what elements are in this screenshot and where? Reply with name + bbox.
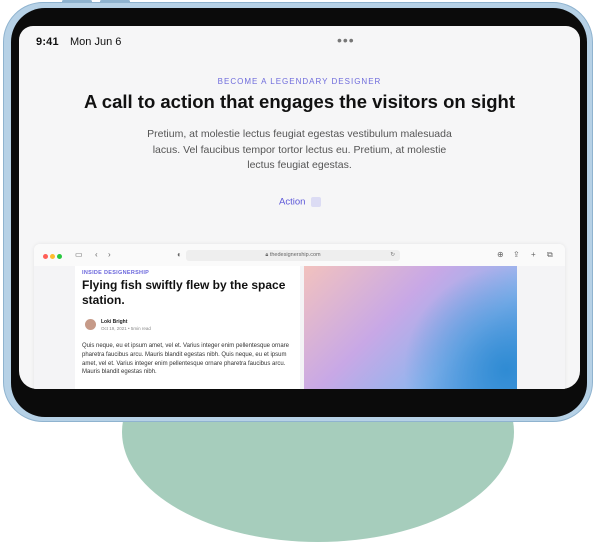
tabs-icon[interactable]: ⧉ [547,250,553,260]
zoom-window-button[interactable] [57,254,62,259]
article-title[interactable]: Flying fish swiftly flew by the space st… [82,278,292,308]
browser-window: ▭ ‹ › ◐ 🔒︎ thedesignership.com ↻ ⊕ ⇪ + ⧉… [34,244,565,389]
status-date: Mon Jun 6 [70,36,122,48]
browser-content: INSIDE DESIGNERSHIP Flying fish swiftly … [34,266,565,389]
lock-icon: 🔒︎ [265,252,269,258]
status-bar: 9:41 Mon Jun 6 ••• [19,26,580,48]
action-button[interactable]: Action [279,193,322,208]
hero-body: Pretium, at molestie lectus feugiat eges… [147,128,452,171]
article-excerpt: Quis neque, eu et ipsum amet, vel et. Va… [82,343,290,376]
content-margin [517,266,565,389]
top-button [100,0,130,3]
action-label: Action [279,196,306,208]
multitasking-handle[interactable]: ••• [337,32,355,48]
new-tab-icon[interactable]: + [531,250,536,259]
address-bar[interactable]: 🔒︎ thedesignership.com ↻ [186,250,400,261]
back-icon[interactable]: ‹ [95,250,98,259]
article-card: INSIDE DESIGNERSHIP Flying fish swiftly … [75,266,300,389]
top-button [62,0,92,3]
share-icon[interactable]: ⇪ [513,250,520,259]
tablet-screen: 9:41 Mon Jun 6 ••• BECOME A LEGENDARY DE… [19,26,580,389]
address-text: thedesignership.com [269,252,321,258]
forward-icon[interactable]: › [108,250,111,259]
hero-headline: A call to action that engages the visito… [83,91,516,112]
article-kicker: INSIDE DESIGNERSHIP [82,270,150,276]
shield-icon[interactable]: ◐ [177,250,182,259]
browser-toolbar: ▭ ‹ › ◐ 🔒︎ thedesignership.com ↻ ⊕ ⇪ + ⧉ [34,244,565,267]
action-icon [311,196,322,207]
article-meta: Oct 19, 2021 • 5min read [101,326,151,331]
hero-image [304,266,517,389]
hero-eyebrow: BECOME A LEGENDARY DESIGNER [217,77,382,86]
close-window-button[interactable] [43,254,48,259]
tablet-device: 9:41 Mon Jun 6 ••• BECOME A LEGENDARY DE… [3,0,593,422]
author-avatar [85,319,96,330]
sidebar-icon[interactable]: ▭ [75,250,83,259]
author-name: Loki Bright [101,319,128,325]
reload-icon[interactable]: ↻ [390,250,395,261]
download-icon[interactable]: ⊕ [497,250,504,259]
minimize-window-button[interactable] [50,254,55,259]
status-time: 9:41 [36,36,59,48]
